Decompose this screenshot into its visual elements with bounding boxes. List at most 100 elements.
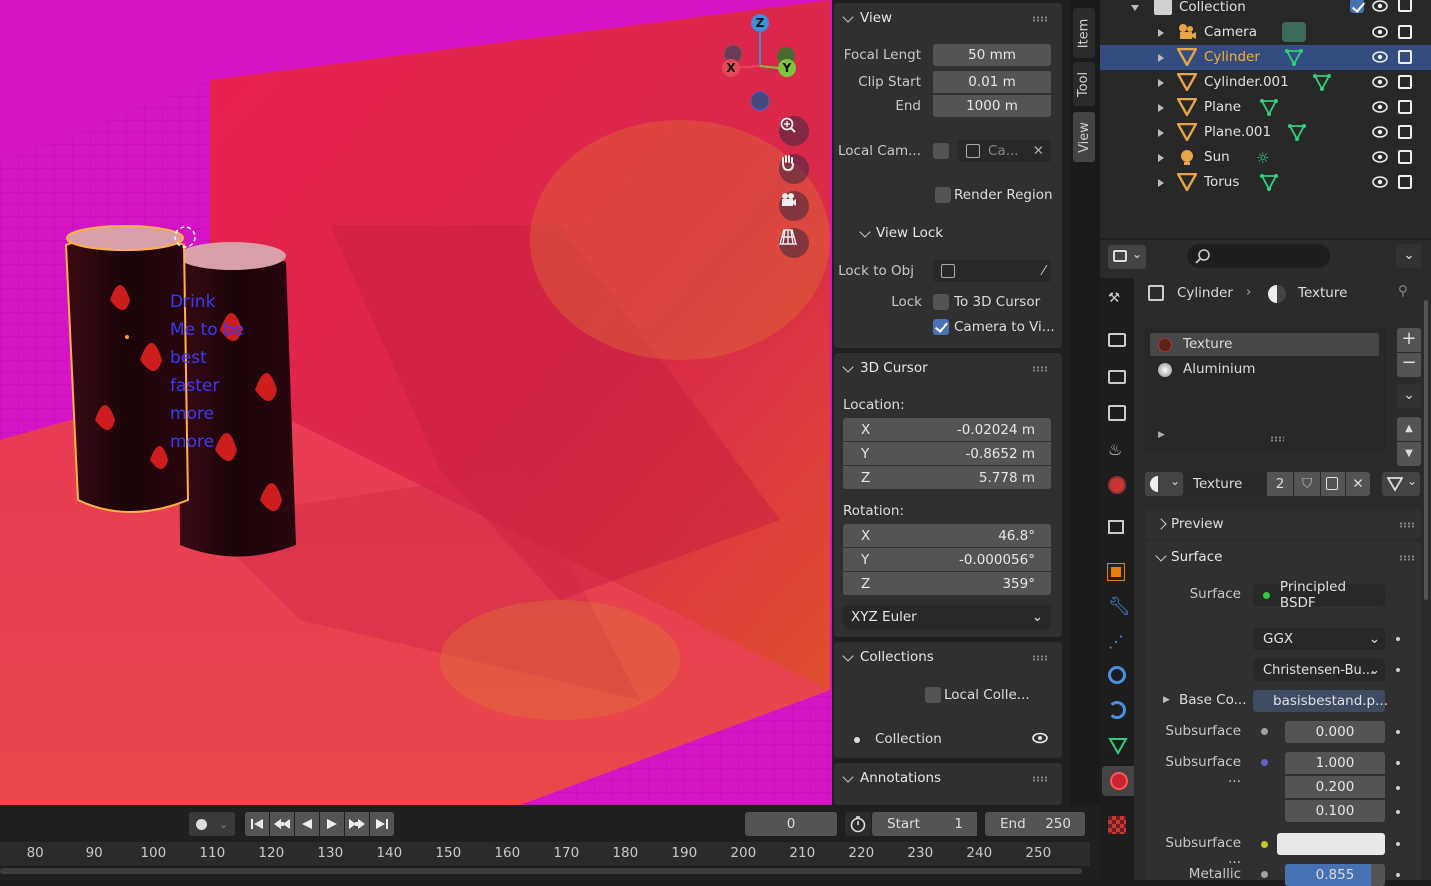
slot-specials-button[interactable]: ⌄: [1397, 384, 1421, 408]
jump-to-end-icon[interactable]: [370, 812, 394, 836]
link-type-button[interactable]: ⌄: [1382, 472, 1420, 496]
cursor-location-y[interactable]: Y -0.8652 m: [843, 442, 1051, 465]
view-lock-header[interactable]: View Lock: [834, 218, 1062, 248]
input-socket-dot[interactable]: [1396, 873, 1400, 877]
expand-arrow-icon[interactable]: [1158, 154, 1164, 162]
lock-to-object-field[interactable]: ⁄: [933, 260, 1051, 282]
editor-type-button[interactable]: ⌄: [1108, 245, 1146, 269]
outliner-row-cylinder[interactable]: Cylinder: [1100, 45, 1431, 70]
outliner-row-sun[interactable]: Sun ☼: [1100, 145, 1431, 170]
expand-arrow-icon[interactable]: [1158, 54, 1164, 62]
input-socket-dot[interactable]: [1396, 730, 1400, 734]
outliner-row-camera[interactable]: Camera: [1100, 20, 1431, 45]
outliner-row-plane-001[interactable]: Plane.001: [1100, 120, 1431, 145]
object-icon[interactable]: [1107, 563, 1125, 581]
render-camera-icon[interactable]: [1398, 75, 1412, 89]
expand-arrow-icon[interactable]: [1158, 29, 1164, 37]
sun-light-data-icon[interactable]: ☼: [1256, 149, 1269, 167]
expand-arrow-icon[interactable]: ▶: [1163, 695, 1170, 705]
tab-material-active[interactable]: [1102, 766, 1134, 796]
play-icon[interactable]: [320, 812, 344, 836]
eye-icon[interactable]: [1372, 25, 1388, 43]
tab-item[interactable]: Item: [1073, 8, 1095, 58]
distribution-dropdown[interactable]: GGX ⌄: [1253, 628, 1385, 650]
input-socket-dot[interactable]: [1396, 637, 1400, 641]
collection-icon[interactable]: [1108, 520, 1124, 534]
zoom-icon[interactable]: [779, 116, 809, 146]
clip-end-field[interactable]: 1000 m: [933, 95, 1051, 117]
eye-icon[interactable]: [1372, 100, 1388, 118]
eye-icon[interactable]: [1372, 150, 1388, 168]
eye-icon[interactable]: [1372, 75, 1388, 93]
pan-hand-icon[interactable]: [779, 154, 809, 184]
tab-tool[interactable]: Tool: [1073, 62, 1095, 106]
render-camera-icon[interactable]: [1398, 25, 1412, 39]
base-color-texture-field[interactable]: basisbestand.p...: [1253, 690, 1388, 712]
eye-icon[interactable]: [1032, 732, 1048, 748]
browse-material-button[interactable]: ⌄: [1145, 472, 1183, 496]
camera-data-icon[interactable]: [1282, 22, 1306, 42]
cursor-rotation-z[interactable]: Z 359°: [843, 572, 1051, 595]
annotations-header[interactable]: Annotations: [834, 763, 1062, 793]
resize-grip-icon[interactable]: [1270, 436, 1284, 442]
input-socket-dot[interactable]: [1396, 761, 1400, 765]
view-layer-icon[interactable]: [1108, 405, 1126, 421]
mesh-data-icon[interactable]: [1313, 74, 1331, 92]
exclude-checkbox[interactable]: [1350, 0, 1364, 13]
subsurface-radius-y[interactable]: 0.200: [1285, 776, 1385, 798]
render-camera-icon[interactable]: [1398, 175, 1412, 189]
cursor-rotation-y[interactable]: Y -0.000056°: [843, 548, 1051, 571]
cursor-location-z[interactable]: Z 5.778 m: [843, 466, 1051, 489]
render-icon[interactable]: [1108, 333, 1126, 347]
start-frame-field[interactable]: Start 1: [872, 812, 977, 836]
mesh-data-icon[interactable]: [1108, 736, 1128, 756]
eyedropper-icon[interactable]: ⁄: [1043, 263, 1045, 279]
lock-to-3d-cursor-checkbox[interactable]: [933, 294, 949, 310]
unlink-x-icon[interactable]: ✕: [1346, 472, 1370, 496]
mesh-data-icon[interactable]: [1285, 49, 1303, 67]
outliner-row-collection[interactable]: Collection: [1100, 0, 1431, 20]
local-camera-checkbox[interactable]: [933, 143, 949, 159]
particles-icon[interactable]: ⋰: [1108, 632, 1128, 652]
subsurface-radius-x[interactable]: 1.000: [1285, 752, 1385, 774]
mesh-data-icon[interactable]: [1288, 124, 1306, 142]
subsurface-color-swatch[interactable]: [1277, 833, 1385, 855]
preview-panel-header[interactable]: Preview: [1145, 509, 1421, 539]
physics-icon[interactable]: [1108, 666, 1126, 684]
remove-slot-button[interactable]: −: [1397, 353, 1421, 377]
texture-icon[interactable]: [1108, 816, 1126, 834]
expand-arrow-icon[interactable]: [1158, 129, 1164, 137]
render-camera-icon[interactable]: [1398, 50, 1412, 64]
input-socket-dot[interactable]: [1396, 842, 1400, 846]
cursor-location-x[interactable]: X -0.02024 m: [843, 418, 1051, 441]
pin-icon[interactable]: ⚲: [1398, 283, 1408, 299]
play-reverse-icon[interactable]: [295, 812, 319, 836]
slot-name-aluminium[interactable]: Aluminium: [1183, 361, 1255, 377]
clear-x-icon[interactable]: ✕: [1033, 143, 1044, 159]
mesh-data-icon[interactable]: [1260, 174, 1278, 192]
move-slot-down-button[interactable]: ▼: [1397, 442, 1421, 466]
material-name-field[interactable]: Texture: [1184, 472, 1266, 496]
outliner-row-plane[interactable]: Plane: [1100, 95, 1431, 120]
local-camera-field[interactable]: Ca... ✕: [958, 140, 1051, 162]
current-frame-field[interactable]: 0: [745, 812, 837, 836]
move-slot-up-button[interactable]: ▲: [1397, 417, 1421, 441]
render-camera-icon[interactable]: [1398, 125, 1412, 139]
modifier-wrench-icon[interactable]: 🔧︎: [1108, 596, 1131, 617]
world-icon[interactable]: [1108, 476, 1126, 494]
duplicate-material-icon[interactable]: [1321, 472, 1345, 496]
tab-view[interactable]: View: [1073, 112, 1095, 162]
expand-arrow-icon[interactable]: [1131, 5, 1139, 11]
render-camera-icon[interactable]: [1398, 100, 1412, 114]
surface-panel-header[interactable]: Surface: [1145, 542, 1421, 572]
socket-dot[interactable]: [1261, 871, 1268, 878]
jump-to-keyframe-back-icon[interactable]: [270, 812, 294, 836]
subsurface-method-dropdown[interactable]: Christensen-Bu... ⌄: [1253, 659, 1385, 681]
render-region-checkbox[interactable]: [935, 187, 951, 203]
properties-scrollbar[interactable]: [1424, 300, 1428, 600]
surface-shader-field[interactable]: Principled BSDF: [1253, 579, 1385, 611]
expand-arrow-icon[interactable]: [1158, 104, 1164, 112]
socket-dot[interactable]: [1261, 759, 1268, 766]
timeline-scrollbar[interactable]: [0, 868, 1082, 874]
input-socket-dot[interactable]: [1396, 786, 1400, 790]
